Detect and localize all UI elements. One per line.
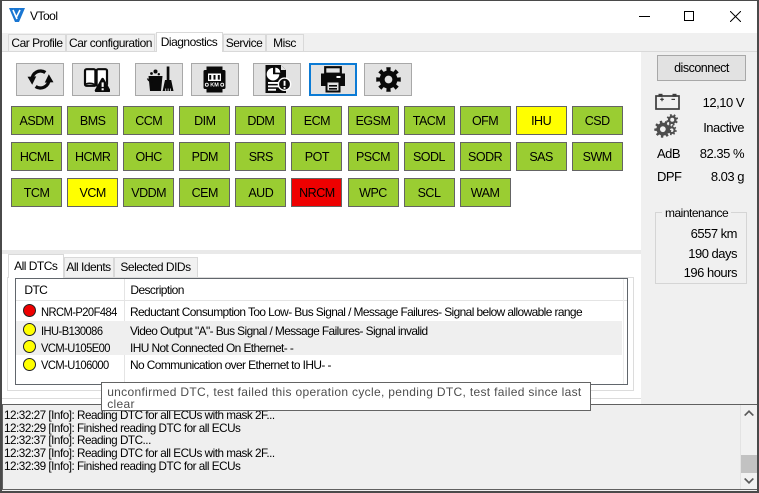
svg-text:KM: KM <box>210 82 219 88</box>
